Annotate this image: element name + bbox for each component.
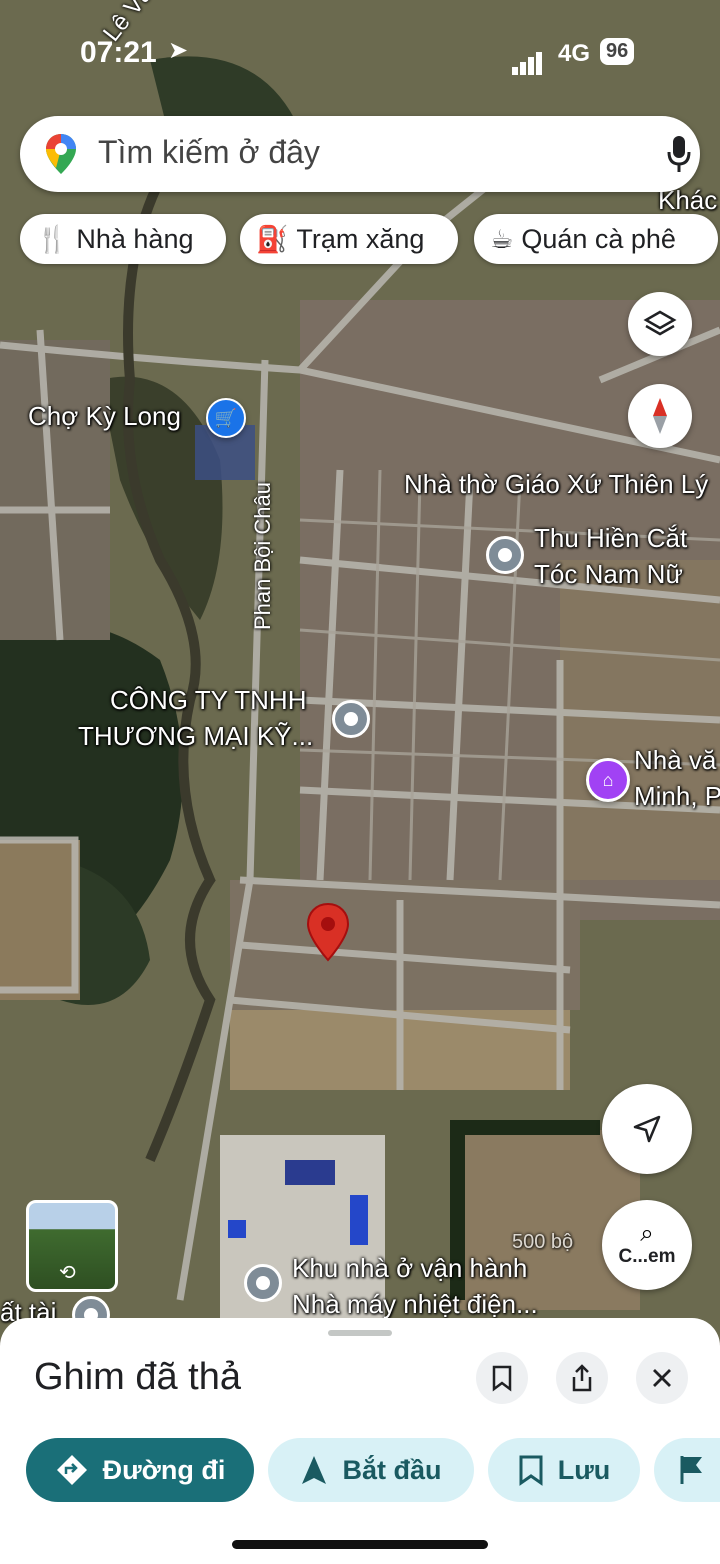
street-label-phan-boi-chau: Phan Bội Châu	[250, 482, 276, 630]
chip-gas-station[interactable]: ⛽ Trạm xăng	[240, 214, 458, 264]
start-button[interactable]: Bắt đầu	[268, 1438, 474, 1502]
compass-button[interactable]	[628, 384, 692, 448]
street-name-main: Phan Bội Châu	[250, 482, 275, 630]
place-label-barber-line1[interactable]: Thu Hiền Cắt	[534, 520, 687, 556]
chip-coffee[interactable]: ☕ Quán cà phê	[474, 214, 718, 264]
place-pin-icon[interactable]	[244, 1264, 282, 1302]
chip-label: Trạm xăng	[296, 223, 425, 254]
status-time: 07:21	[80, 36, 157, 69]
coffee-icon: ☕	[490, 223, 514, 254]
signal-icon	[512, 44, 542, 75]
cultural-house-icon[interactable]: ⌂	[586, 758, 630, 802]
place-label-barber-line2[interactable]: Tóc Nam Nữ	[534, 556, 683, 592]
place-pin-icon[interactable]	[486, 536, 524, 574]
search-input[interactable]: Tìm kiếm ở đây	[98, 134, 320, 171]
location-arrow-icon: ➤	[168, 37, 189, 64]
save-button[interactable]: Lưu	[488, 1438, 640, 1502]
chip-label: Nhà hàng	[76, 223, 194, 254]
place-label-church[interactable]: Nhà thờ Giáo Xứ Thiên Lý	[404, 466, 708, 502]
lens-camera-button[interactable]: ⌕ C...em	[602, 1200, 692, 1290]
battery-level: 96	[600, 38, 635, 65]
share-icon	[572, 1364, 592, 1392]
close-button[interactable]	[636, 1352, 688, 1404]
my-location-button[interactable]	[602, 1084, 692, 1174]
scale-label: 500 bộ	[512, 1231, 574, 1253]
more-actions-button[interactable]	[654, 1438, 720, 1502]
navigation-icon	[302, 1456, 327, 1484]
save-label: Lưu	[557, 1454, 611, 1485]
place-label-housing-line2[interactable]: Nhà máy nhiệt điện...	[292, 1286, 538, 1322]
status-bar: 07:21 ➤ 4G 96	[0, 30, 720, 78]
directions-label: Đường đi	[102, 1454, 226, 1485]
place-pin-icon[interactable]	[332, 700, 370, 738]
navigation-arrow-icon	[633, 1115, 661, 1143]
place-label-company-line1[interactable]: CÔNG TY TNHH	[110, 682, 306, 718]
microphone-icon[interactable]	[666, 134, 692, 174]
chip-restaurant[interactable]: 🍴 Nhà hàng	[20, 214, 226, 264]
google-maps-pin-icon	[46, 134, 76, 174]
start-label: Bắt đầu	[342, 1454, 442, 1485]
drag-handle[interactable]	[328, 1330, 392, 1336]
home-indicator[interactable]	[232, 1540, 488, 1549]
street-view-thumbnail[interactable]: ⟲	[26, 1200, 118, 1292]
dropped-pin-icon[interactable]	[306, 902, 350, 962]
layers-icon	[643, 310, 677, 336]
place-label-culture-line1[interactable]: Nhà vă	[634, 742, 716, 778]
flag-icon	[680, 1456, 702, 1484]
compass-icon	[653, 398, 667, 434]
rotate-360-icon: ⟲	[59, 1262, 76, 1284]
save-icon-button[interactable]	[476, 1352, 528, 1404]
place-label-housing-line1[interactable]: Khu nhà ở vận hành	[292, 1250, 527, 1286]
camera-search-icon: ⌕	[640, 1220, 654, 1247]
directions-icon	[56, 1455, 87, 1485]
place-label-company-line2[interactable]: THƯƠNG MẠI KỸ...	[78, 718, 313, 754]
bookmark-icon	[492, 1365, 512, 1392]
gas-station-icon: ⛽	[256, 223, 289, 254]
place-label-market[interactable]: Chợ Kỳ Long	[28, 398, 181, 434]
share-button[interactable]	[556, 1352, 608, 1404]
place-label-culture-line2[interactable]: Minh, P	[634, 778, 720, 814]
chip-label: Quán cà phê	[521, 223, 676, 254]
close-icon	[653, 1369, 671, 1387]
sheet-title: Ghim đã thả	[34, 1356, 241, 1398]
directions-button[interactable]: Đường đi	[26, 1438, 254, 1502]
search-bar[interactable]: Tìm kiếm ở đây	[20, 116, 700, 192]
shopping-cart-icon[interactable]: 🛒	[206, 398, 246, 438]
bookmark-icon	[519, 1455, 543, 1486]
layers-button[interactable]	[628, 292, 692, 356]
camera-label: C...em	[618, 1246, 676, 1267]
restaurant-icon: 🍴	[36, 223, 69, 254]
network-type: 4G	[558, 40, 591, 67]
